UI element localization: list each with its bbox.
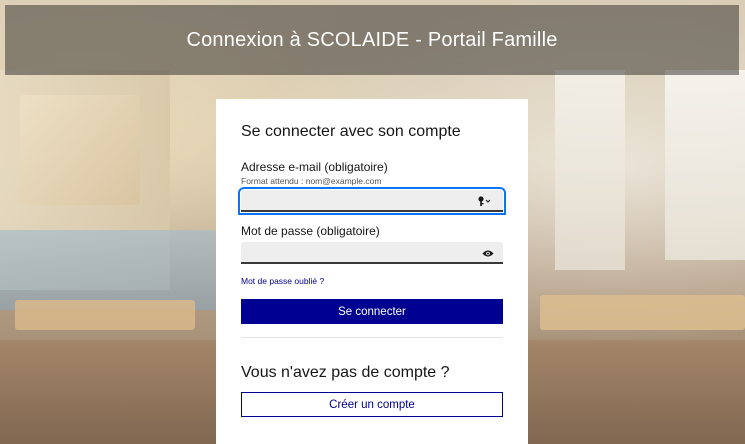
key-icon[interactable] — [476, 193, 492, 209]
login-button[interactable]: Se connecter — [241, 299, 503, 324]
login-card: Se connecter avec son compte Adresse e-m… — [216, 99, 528, 444]
background-window — [665, 70, 745, 260]
background-desk — [540, 295, 745, 330]
eye-icon[interactable] — [480, 245, 496, 261]
divider — [241, 337, 503, 338]
email-label: Adresse e-mail (obligatoire) — [241, 160, 388, 174]
email-input[interactable] — [238, 187, 506, 215]
background-window — [555, 70, 625, 270]
background-poster — [20, 95, 140, 205]
forgot-password-link[interactable]: Mot de passe oublié ? — [241, 276, 324, 286]
signup-title: Vous n'avez pas de compte ? — [241, 364, 450, 381]
page-title: Connexion à SCOLAIDE - Portail Famille — [186, 28, 558, 51]
login-title: Se connecter avec son compte — [241, 123, 461, 140]
create-account-button[interactable]: Créer un compte — [241, 392, 503, 417]
background-desk — [15, 300, 195, 330]
password-label: Mot de passe (obligatoire) — [241, 224, 380, 238]
page-header: Connexion à SCOLAIDE - Portail Famille — [5, 5, 739, 75]
password-input[interactable] — [241, 242, 503, 264]
email-hint: Format attendu : nom@example.com — [241, 176, 382, 186]
